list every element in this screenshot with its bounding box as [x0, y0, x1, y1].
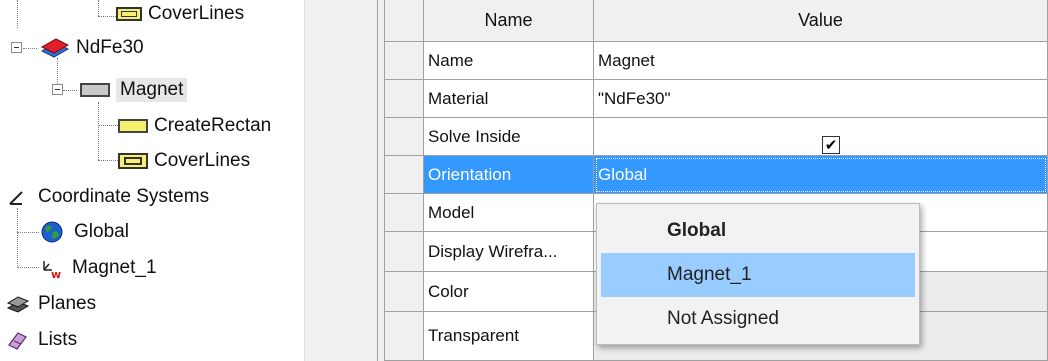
property-name: Model [424, 194, 594, 232]
orientation-select[interactable]: Global [594, 156, 1048, 194]
property-name: Display Wirefra... [424, 232, 594, 272]
property-name: Color [424, 272, 594, 312]
lists-icon [6, 329, 30, 351]
tree-item-label: CoverLines [148, 3, 245, 24]
property-name: Material [424, 80, 594, 118]
tree-item-label: NdFe30 [76, 37, 144, 58]
row-header[interactable] [384, 272, 424, 312]
tree-item-coverlines[interactable]: CoverLines [118, 145, 250, 177]
column-header-name[interactable]: Name [424, 0, 594, 42]
tree-item-ndfe30[interactable]: NdFe30 [40, 32, 144, 64]
tree-item-lists[interactable]: Lists [6, 324, 77, 356]
row-header[interactable] [384, 118, 424, 156]
coordinate-axes-icon [6, 186, 28, 208]
tree-item-magnet[interactable]: Magnet [80, 74, 188, 106]
property-value[interactable]: Magnet [594, 42, 1048, 80]
globe-icon [40, 220, 64, 244]
object-box-icon [80, 83, 110, 97]
cover-lines-icon [118, 153, 148, 169]
tree-item-createrectangle[interactable]: CreateRectan [118, 110, 271, 142]
tree-item-coordinate-systems[interactable]: Coordinate Systems [6, 181, 209, 213]
cover-lines-icon [116, 7, 142, 21]
row-header[interactable] [384, 42, 424, 80]
tree-item-label: Coordinate Systems [38, 186, 210, 207]
tree-item-coverlines-top[interactable]: CoverLines [116, 0, 244, 30]
tree-item-label: Magnet [116, 78, 188, 102]
property-name: Transparent [424, 312, 594, 361]
column-header-value[interactable]: Value [594, 0, 1048, 42]
svg-text:w: w [51, 268, 61, 280]
property-value[interactable]: "NdFe30" [594, 80, 1048, 118]
property-name: Orientation [424, 156, 594, 194]
splitter-edge [377, 0, 378, 361]
collapse-toggle[interactable] [52, 84, 63, 95]
row-header[interactable] [384, 80, 424, 118]
dropdown-option-magnet-1[interactable]: Magnet_1 [601, 253, 915, 297]
tree-item-global[interactable]: Global [40, 216, 129, 248]
corner-header [384, 0, 424, 42]
model-tree: CoverLines NdFe30 Magnet CreateRectan Co… [0, 0, 304, 361]
panel-splitter[interactable] [304, 0, 384, 361]
collapse-toggle[interactable] [11, 42, 22, 53]
relative-coordinate-icon: w [40, 256, 64, 281]
property-name: Solve Inside [424, 118, 594, 156]
row-header[interactable] [384, 194, 424, 232]
property-name: Name [424, 42, 594, 80]
tree-item-label: CoverLines [154, 150, 251, 171]
tree-item-label: CreateRectan [154, 115, 272, 136]
create-rectangle-icon [118, 119, 148, 133]
property-value [594, 118, 1048, 156]
material-icon [40, 37, 70, 59]
tree-item-label: Global [74, 221, 129, 242]
solve-inside-checkbox[interactable]: ✔ [822, 136, 840, 154]
tree-item-label: Planes [38, 293, 97, 314]
orientation-dropdown-list: Global Magnet_1 Not Assigned [596, 203, 920, 345]
dropdown-option-not-assigned[interactable]: Not Assigned [597, 297, 919, 341]
row-header[interactable] [384, 232, 424, 272]
tree-item-planes[interactable]: Planes [6, 288, 96, 320]
dropdown-option-global[interactable]: Global [597, 209, 919, 253]
tree-item-label: Lists [38, 329, 78, 350]
tree-item-magnet-1[interactable]: w Magnet_1 [40, 252, 157, 284]
tree-item-label: Magnet_1 [72, 257, 157, 278]
planes-icon [6, 294, 30, 314]
row-header[interactable] [384, 312, 424, 361]
row-header[interactable] [384, 156, 424, 194]
